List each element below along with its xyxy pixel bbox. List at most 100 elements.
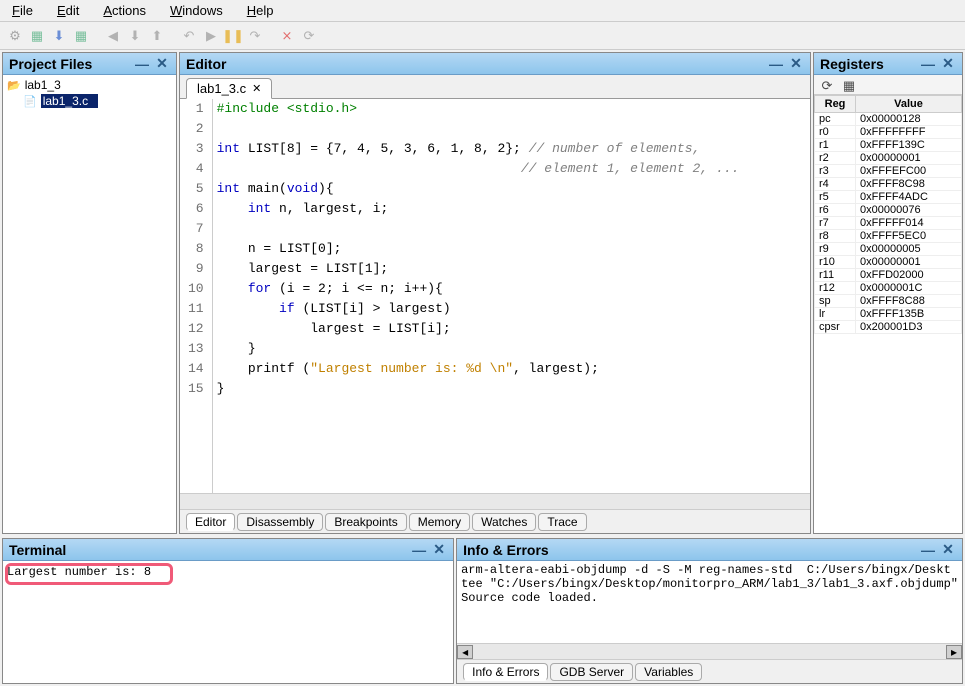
editor-tab[interactable]: lab1_3.c ✕ — [186, 78, 272, 99]
line-number: 8 — [188, 239, 204, 259]
continue-icon[interactable]: ▶ — [202, 27, 220, 45]
code-line[interactable]: if (LIST[i] > largest) — [217, 299, 806, 319]
editor-view-tab-disassembly[interactable]: Disassembly — [237, 513, 323, 531]
register-row[interactable]: r90x00000005 — [815, 243, 962, 256]
register-row[interactable]: r30xFFFEFC00 — [815, 165, 962, 178]
reg-refresh-icon[interactable]: ⟳ — [818, 77, 836, 95]
register-row[interactable]: r50xFFFF4ADC — [815, 191, 962, 204]
menu-windows[interactable]: Windows — [162, 1, 231, 20]
register-row[interactable]: r100x00000001 — [815, 256, 962, 269]
code-line[interactable]: #include <stdio.h> — [217, 99, 806, 119]
code-body[interactable]: #include <stdio.h> int LIST[8] = {7, 4, … — [213, 99, 810, 493]
register-row[interactable]: r80xFFFF5EC0 — [815, 230, 962, 243]
close-icon[interactable]: ✕ — [431, 543, 447, 557]
restart-icon[interactable]: ↶ — [180, 27, 198, 45]
scroll-right-icon[interactable]: ▸ — [946, 645, 962, 659]
menu-actions[interactable]: Actions — [95, 1, 154, 20]
register-row[interactable]: r00xFFFFFFFF — [815, 126, 962, 139]
tree-root[interactable]: lab1_3 — [5, 77, 174, 93]
code-line[interactable]: } — [217, 379, 806, 399]
register-row[interactable]: r40xFFFF8C98 — [815, 178, 962, 191]
editor-view-tab-breakpoints[interactable]: Breakpoints — [325, 513, 406, 531]
step-out-icon[interactable]: ⬆ — [148, 27, 166, 45]
refresh-icon[interactable]: ⟳ — [300, 27, 318, 45]
registers-title: Registers — [820, 56, 920, 72]
register-row[interactable]: r120x0000001C — [815, 282, 962, 295]
line-number: 1 — [188, 99, 204, 119]
code-line[interactable]: largest = LIST[i]; — [217, 319, 806, 339]
code-line[interactable]: int n, largest, i; — [217, 199, 806, 219]
menu-help[interactable]: Help — [239, 1, 282, 20]
info-tab-variables[interactable]: Variables — [635, 663, 702, 681]
register-value: 0xFFFF5EC0 — [856, 230, 962, 243]
close-icon[interactable]: ✕ — [940, 57, 956, 71]
step-over-icon[interactable]: ↷ — [246, 27, 264, 45]
minimize-icon[interactable]: — — [920, 57, 936, 71]
register-row[interactable]: r20x00000001 — [815, 152, 962, 165]
editor-tab-label: lab1_3.c — [197, 81, 246, 96]
tree-file[interactable]: lab1_3.c — [21, 93, 174, 109]
info-tab-gdb-server[interactable]: GDB Server — [550, 663, 633, 681]
register-row[interactable]: sp0xFFFF8C88 — [815, 295, 962, 308]
binary-icon[interactable]: ▦ — [28, 27, 46, 45]
scroll-track[interactable] — [473, 645, 946, 659]
editor-h-scrollbar[interactable] — [180, 493, 810, 509]
code-line[interactable]: n = LIST[0]; — [217, 239, 806, 259]
code-line[interactable]: for (i = 2; i <= n; i++){ — [217, 279, 806, 299]
terminal-output[interactable]: Largest number is: 8 — [3, 561, 453, 683]
minimize-icon[interactable]: — — [768, 57, 784, 71]
register-row[interactable]: pc0x00000128 — [815, 113, 962, 126]
binary-download-icon[interactable]: ▦ — [72, 27, 90, 45]
step-into-icon[interactable]: ⬇ — [126, 27, 144, 45]
code-line[interactable] — [217, 119, 806, 139]
code-line[interactable]: int main(void){ — [217, 179, 806, 199]
download-icon[interactable]: ⬇ — [50, 27, 68, 45]
register-name: r12 — [815, 282, 856, 295]
line-number: 13 — [188, 339, 204, 359]
project-tree[interactable]: lab1_3 lab1_3.c — [3, 75, 176, 533]
scroll-left-icon[interactable]: ◂ — [457, 645, 473, 659]
code-editor[interactable]: 123456789101112131415 #include <stdio.h>… — [180, 99, 810, 493]
close-icon[interactable]: ✕ — [154, 57, 170, 71]
editor-view-tab-watches[interactable]: Watches — [472, 513, 536, 531]
gear-icon[interactable]: ⚙ — [6, 27, 24, 45]
register-value: 0xFFFF8C98 — [856, 178, 962, 191]
close-icon[interactable]: ✕ — [940, 543, 956, 557]
minimize-icon[interactable]: — — [920, 543, 936, 557]
minimize-icon[interactable]: — — [411, 543, 427, 557]
code-line[interactable]: largest = LIST[1]; — [217, 259, 806, 279]
code-line[interactable]: } — [217, 339, 806, 359]
register-name: r0 — [815, 126, 856, 139]
register-row[interactable]: r10xFFFF139C — [815, 139, 962, 152]
step-back-icon[interactable]: ◀ — [104, 27, 122, 45]
minimize-icon[interactable]: — — [134, 57, 150, 71]
code-line[interactable]: printf ("Largest number is: %d \n", larg… — [217, 359, 806, 379]
breakpoint-icon[interactable]: ⨯ — [278, 27, 296, 45]
close-icon[interactable]: ✕ — [788, 57, 804, 71]
code-line[interactable] — [217, 219, 806, 239]
pause-icon[interactable]: ❚❚ — [224, 27, 242, 45]
register-row[interactable]: cpsr0x200001D3 — [815, 321, 962, 334]
info-h-scrollbar[interactable]: ◂ ▸ — [457, 643, 962, 659]
register-row[interactable]: lr0xFFFF135B — [815, 308, 962, 321]
menu-edit[interactable]: Edit — [49, 1, 87, 20]
editor-tab-close-icon[interactable]: ✕ — [252, 82, 261, 95]
register-row[interactable]: r70xFFFFF014 — [815, 217, 962, 230]
info-errors-output[interactable]: arm-altera-eabi-objdump -d -S -M reg-nam… — [457, 561, 962, 643]
value-col-header[interactable]: Value — [856, 96, 962, 113]
editor-view-tab-editor[interactable]: Editor — [186, 513, 235, 531]
editor-view-tab-trace[interactable]: Trace — [538, 513, 586, 531]
register-row[interactable]: r60x00000076 — [815, 204, 962, 217]
register-row[interactable]: r110xFFD02000 — [815, 269, 962, 282]
menu-file[interactable]: File — [4, 1, 41, 20]
code-line[interactable]: // element 1, element 2, ... — [217, 159, 806, 179]
register-value: 0xFFD02000 — [856, 269, 962, 282]
register-value: 0x00000128 — [856, 113, 962, 126]
reg-col-header[interactable]: Reg — [815, 96, 856, 113]
register-value: 0xFFFF139C — [856, 139, 962, 152]
register-value: 0x200001D3 — [856, 321, 962, 334]
reg-format-icon[interactable]: ▦ — [840, 77, 858, 95]
editor-view-tab-memory[interactable]: Memory — [409, 513, 470, 531]
code-line[interactable]: int LIST[8] = {7, 4, 5, 3, 6, 1, 8, 2}; … — [217, 139, 806, 159]
info-tab-info-errors[interactable]: Info & Errors — [463, 663, 548, 681]
